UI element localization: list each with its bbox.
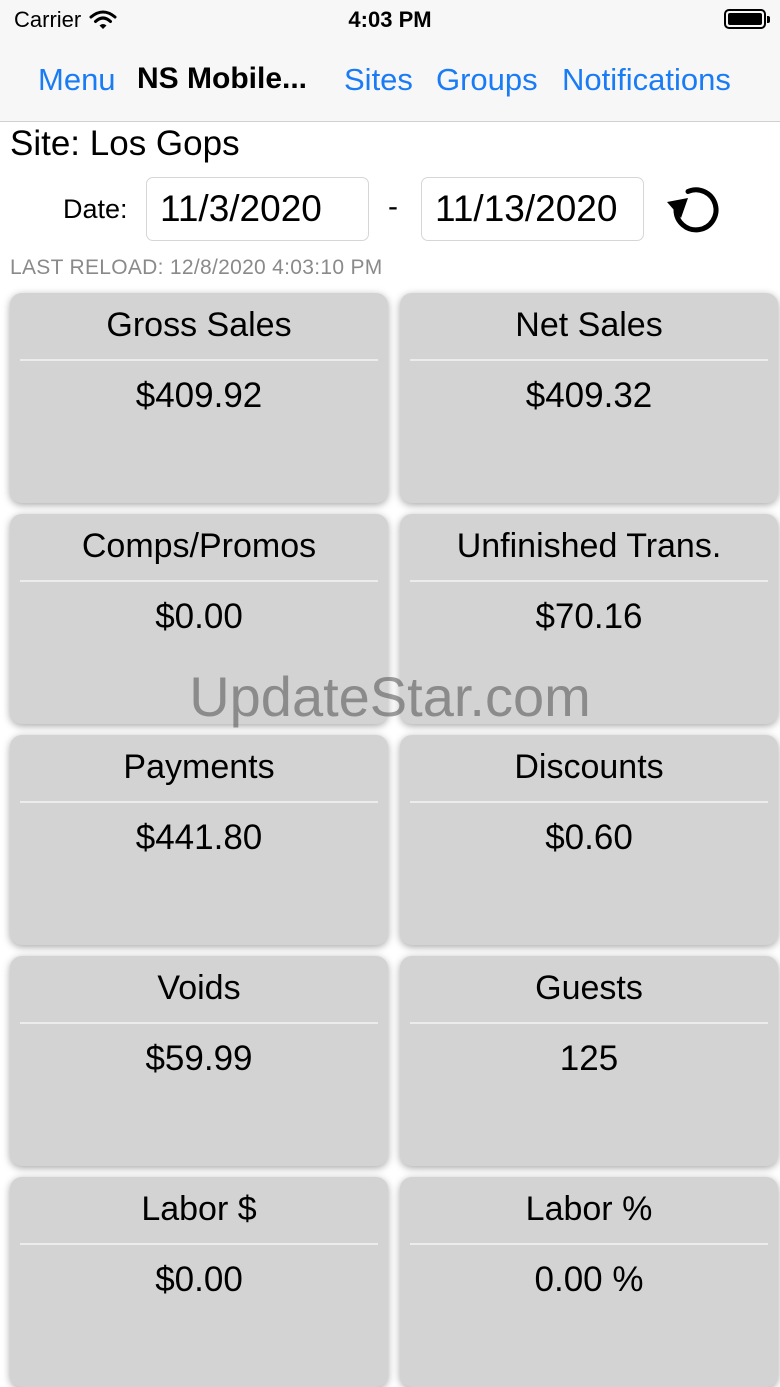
card-divider xyxy=(410,359,768,361)
card-title: Guests xyxy=(535,969,643,1007)
card-divider xyxy=(410,801,768,803)
carrier-info: Carrier xyxy=(14,7,117,33)
labor-dollars-card[interactable]: Labor $ $0.00 xyxy=(10,1177,388,1387)
card-value: 125 xyxy=(559,1039,619,1078)
card-title: Voids xyxy=(157,969,241,1007)
card-divider xyxy=(20,801,378,803)
card-divider xyxy=(410,1022,768,1024)
card-divider xyxy=(20,1243,378,1245)
card-title: Labor $ xyxy=(141,1190,257,1228)
date-separator: - xyxy=(388,190,398,223)
card-title: Payments xyxy=(123,748,275,786)
card-divider xyxy=(410,1243,768,1245)
card-value: 0.00 % xyxy=(534,1260,644,1299)
card-value: $0.00 xyxy=(155,597,243,636)
start-date-field[interactable]: 11/3/2020 xyxy=(146,177,369,241)
card-divider xyxy=(20,580,378,582)
date-label: Date: xyxy=(63,194,128,224)
card-value: $59.99 xyxy=(145,1039,253,1078)
notifications-button[interactable]: Notifications xyxy=(562,62,731,98)
reload-icon[interactable] xyxy=(664,180,726,240)
card-value: $0.60 xyxy=(545,818,633,857)
guests-card[interactable]: Guests 125 xyxy=(400,956,778,1166)
payments-card[interactable]: Payments $441.80 xyxy=(10,735,388,945)
wifi-icon xyxy=(89,10,117,29)
card-title: Gross Sales xyxy=(106,306,292,344)
groups-button[interactable]: Groups xyxy=(436,62,538,98)
end-date-field[interactable]: 11/13/2020 xyxy=(421,177,644,241)
card-title: Net Sales xyxy=(515,306,663,344)
card-value: $409.32 xyxy=(525,376,653,415)
discounts-card[interactable]: Discounts $0.60 xyxy=(400,735,778,945)
card-title: Unfinished Trans. xyxy=(456,527,722,565)
card-value: $70.16 xyxy=(535,597,643,636)
card-value: $0.00 xyxy=(155,1260,243,1299)
card-title: Labor % xyxy=(525,1190,653,1228)
app-title: NS Mobile... xyxy=(137,62,308,95)
unfinished-trans-card[interactable]: Unfinished Trans. $70.16 xyxy=(400,514,778,724)
status-bar: Carrier 4:03 PM xyxy=(0,0,780,40)
card-divider xyxy=(20,1022,378,1024)
card-title: Comps/Promos xyxy=(81,527,317,565)
menu-button[interactable]: Menu xyxy=(38,62,116,98)
card-value: $441.80 xyxy=(135,818,263,857)
voids-card[interactable]: Voids $59.99 xyxy=(10,956,388,1166)
card-divider xyxy=(20,359,378,361)
card-title: Discounts xyxy=(514,748,664,786)
comps-promos-card[interactable]: Comps/Promos $0.00 xyxy=(10,514,388,724)
sites-button[interactable]: Sites xyxy=(344,62,413,98)
card-divider xyxy=(410,580,768,582)
net-sales-card[interactable]: Net Sales $409.32 xyxy=(400,293,778,503)
site-label: Site: Los Gops xyxy=(10,124,240,163)
labor-percent-card[interactable]: Labor % 0.00 % xyxy=(400,1177,778,1387)
gross-sales-card[interactable]: Gross Sales $409.92 xyxy=(10,293,388,503)
carrier-label: Carrier xyxy=(14,7,82,32)
card-value: $409.92 xyxy=(135,376,263,415)
last-reload-timestamp: LAST RELOAD: 12/8/2020 4:03:10 PM xyxy=(10,256,383,279)
navigation-bar: Menu NS Mobile... Sites Groups Notificat… xyxy=(0,40,780,122)
battery-icon xyxy=(724,9,770,29)
